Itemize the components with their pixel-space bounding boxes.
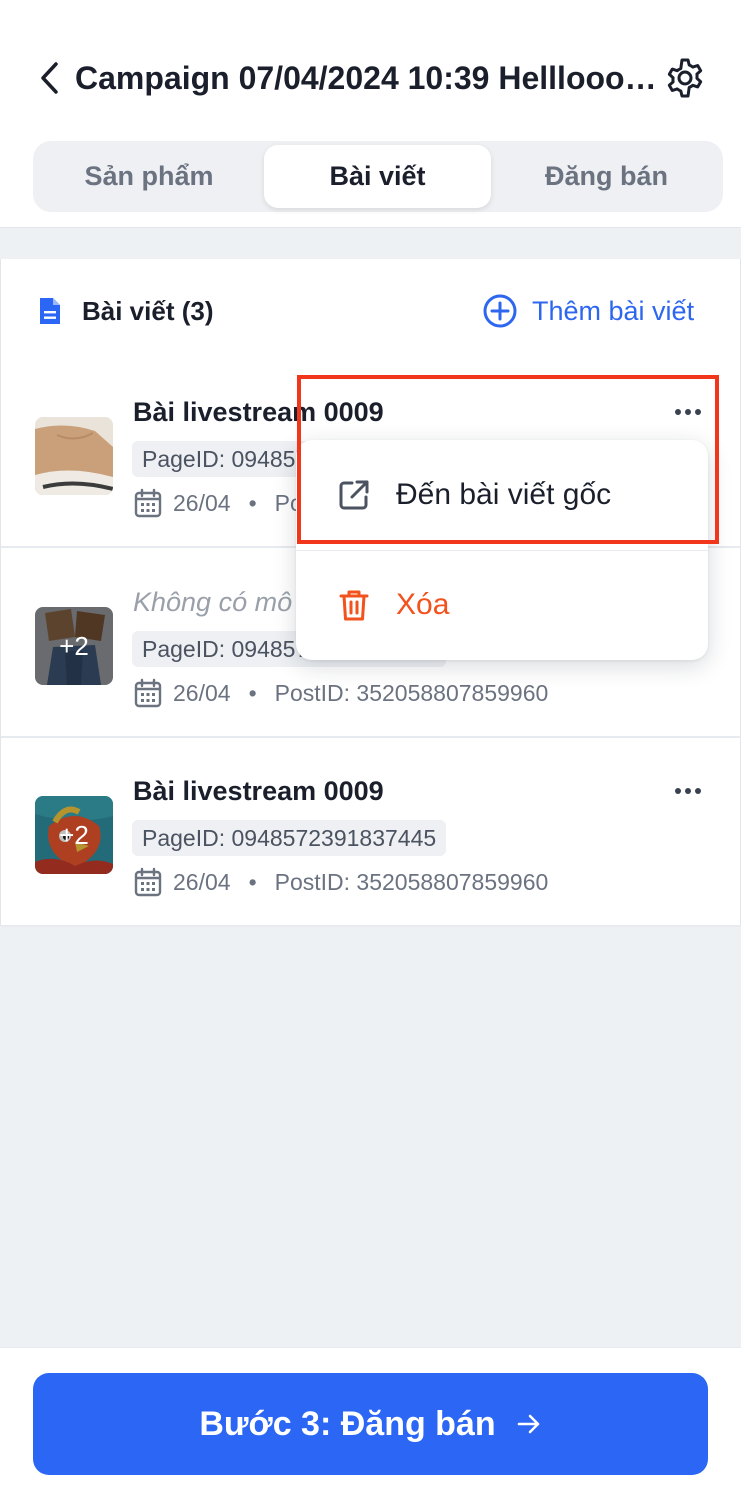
post-id: PostID: 352058807859960 [274,679,549,706]
post-date: 26/04 [173,489,231,516]
post-meta: 26/04 • PostID: 352058807859960 [134,676,548,710]
calendar-icon [134,867,162,897]
separator-dot: • [248,679,257,706]
tab-posts[interactable]: Bài viết [264,145,491,208]
post-date: 26/04 [173,868,231,895]
header: Campaign 07/04/2024 10:39 Hellloooooo [0,48,741,108]
next-step-button[interactable]: Bước 3: Đăng bán [33,1373,708,1475]
trash-icon [339,590,369,621]
tab-bar: Sản phẩm Bài viết Đăng bán [33,141,723,212]
separator-dot: • [248,868,257,895]
open-original-post-label: Đến bài viết gốc [396,478,612,511]
post-date: 26/04 [173,679,231,706]
more-images-count: +2 [35,607,113,685]
tab-products[interactable]: Sản phẩm [37,145,261,208]
more-options-icon[interactable] [671,778,705,804]
gear-icon[interactable] [663,56,707,100]
post-title: Bài livestream 0009 [133,397,384,427]
post-options-menu: Đến bài viết gốc Xóa [296,440,708,660]
calendar-icon [134,488,162,518]
post-thumbnail [35,417,113,495]
post-title: Bài livestream 0009 [133,776,384,806]
top-bar: Campaign 07/04/2024 10:39 Hellloooooo Sả… [0,0,741,228]
post-thumbnail: +2 [35,607,113,685]
plus-circle-icon [483,294,517,328]
footer: Bước 3: Đăng bán [0,1347,741,1507]
section-title: Bài viết (3) [82,296,214,326]
post-meta: 26/04 • PostID: 352058807859960 [134,865,548,899]
arrow-right-icon [517,1414,539,1434]
section-header: Bài viết (3) Thêm bài viết [1,259,741,359]
post-item[interactable]: +2 Bài livestream 0009 PageID: 094857239… [1,738,741,927]
page-title: Campaign 07/04/2024 10:39 Hellloooooo [75,60,660,96]
separator-dot: • [248,489,257,516]
tab-sell[interactable]: Đăng bán [494,145,719,208]
page-id-badge: PageID: 0948572391837445 [132,820,447,856]
delete-post-item[interactable]: Xóa [296,550,708,660]
calendar-icon [134,678,162,708]
more-images-count: +2 [35,796,113,874]
external-link-icon [339,480,369,510]
delete-post-label: Xóa [396,588,450,621]
open-original-post-item[interactable]: Đến bài viết gốc [296,440,708,550]
add-post-button[interactable]: Thêm bài viết [482,289,694,333]
post-id: PostID: 352058807859960 [274,868,549,895]
next-step-label: Bước 3: Đăng bán [199,1404,496,1443]
post-title: Không có mô tả [133,587,323,617]
post-thumbnail: +2 [35,796,113,874]
more-options-icon[interactable] [671,399,705,425]
document-icon [40,298,60,324]
chevron-left-icon[interactable] [36,58,64,98]
add-post-label: Thêm bài viết [532,295,695,326]
